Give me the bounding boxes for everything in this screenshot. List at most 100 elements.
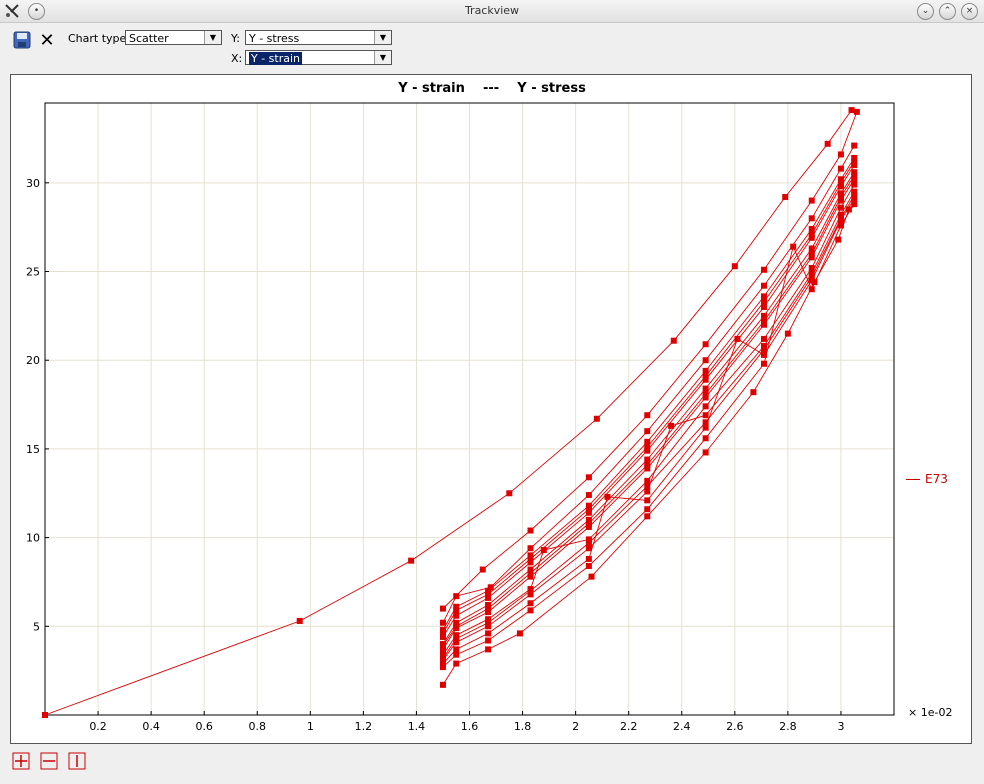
data-point [702,341,709,348]
x-tick-label: 0.6 [195,720,213,733]
data-point [670,337,677,344]
data-point [453,660,460,667]
data-point [851,158,858,165]
data-point [644,513,651,520]
data-point [485,591,492,598]
data-point [439,681,446,688]
data-point [808,231,815,238]
scatter-chart[interactable]: 0.2 0.4 0.6 0.8 1 1.2 1.4 1.6 1.8 2 2.2 2.4 2.6 2.8 3 5… [11,75,971,743]
data-point [485,637,492,644]
minimize-icon[interactable]: ⌄ [917,3,934,20]
y-axis-label: Y: [231,32,240,45]
data-point [644,461,651,468]
data-point [702,412,709,419]
data-point [439,655,446,662]
y-tick-label: 5 [33,620,40,633]
data-point [760,298,767,305]
chevron-down-icon[interactable]: ▼ [374,31,391,44]
toolbar: ✕ Chart type: Scatter ▼ Y: Y - stress ▼ … [0,23,984,71]
data-point [527,555,534,562]
data-point [408,557,415,564]
chart-type-select[interactable]: Scatter ▼ [125,30,222,45]
data-point [585,492,592,499]
data-point [506,490,513,497]
y-tick-label: 15 [26,443,40,456]
data-point [527,600,534,607]
data-point [848,107,855,114]
series-line [442,164,855,638]
maximize-icon[interactable]: ⌃ [939,3,956,20]
data-point [731,263,738,270]
data-point [588,573,595,580]
zoom-both-icon[interactable] [12,752,30,770]
data-point [453,593,460,600]
data-point [485,605,492,612]
y-tick-label: 10 [26,532,40,545]
x-tick-label: 1.6 [461,720,479,733]
data-point [702,403,709,410]
data-point [835,236,842,243]
plot-area[interactable]: Y - strain --- Y - stress 0.2 0.4 0.6 0.8 1 1… [10,74,972,744]
data-point [604,493,611,500]
data-point [851,181,858,188]
x-tick-label: 0.2 [89,720,107,733]
data-point [453,646,460,653]
legend-swatch [906,479,920,480]
data-point [439,605,446,612]
data-point [851,172,858,179]
data-point [585,562,592,569]
data-point [808,250,815,257]
data-point [453,607,460,614]
x-axis-select[interactable]: Y - strain ▼ [245,50,392,65]
data-point [837,151,844,158]
chevron-down-icon[interactable]: ▼ [374,51,391,64]
data-point [790,243,797,250]
data-point [702,424,709,431]
data-point [485,619,492,626]
y-tick-label: 20 [26,354,40,367]
data-point [644,444,651,451]
zoom-y-icon[interactable] [68,752,86,770]
data-point [439,642,446,649]
y-axis-select[interactable]: Y - stress ▼ [245,30,392,45]
data-point [479,566,486,573]
x-tick-label: 2 [572,720,579,733]
data-point [527,607,534,614]
data-point [585,555,592,562]
x-tick-label: 3 [837,720,844,733]
data-point [808,273,815,280]
data-point [585,474,592,481]
data-point [453,623,460,630]
data-point [439,619,446,626]
data-point [668,422,675,429]
data-point [808,197,815,204]
data-point [853,108,860,115]
window-close-icon[interactable]: × [961,3,978,20]
legend-entry: E73 [906,472,948,486]
data-point [644,428,651,435]
window-title: Trackview [464,4,520,17]
data-point [485,646,492,653]
data-point [702,449,709,456]
bottom-toolbar [0,748,984,784]
data-point [644,483,651,490]
data-point [485,630,492,637]
data-point [527,545,534,552]
save-icon[interactable] [12,31,32,51]
close-icon[interactable]: ✕ [37,31,57,51]
zoom-x-icon[interactable] [40,752,58,770]
chevron-down-icon[interactable]: ▼ [204,31,221,44]
x-axis-value: Y - strain [249,52,303,65]
data-point [760,318,767,325]
x-tick-label: 2.8 [779,720,797,733]
series-line [442,194,855,659]
x-axis-label: X: [231,52,243,65]
data-point [760,360,767,367]
data-point [837,165,844,172]
data-point [527,570,534,577]
data-point [644,506,651,513]
data-point [811,279,818,286]
data-point [851,192,858,199]
data-point [702,373,709,380]
y-axis-value: Y - stress [249,32,300,45]
